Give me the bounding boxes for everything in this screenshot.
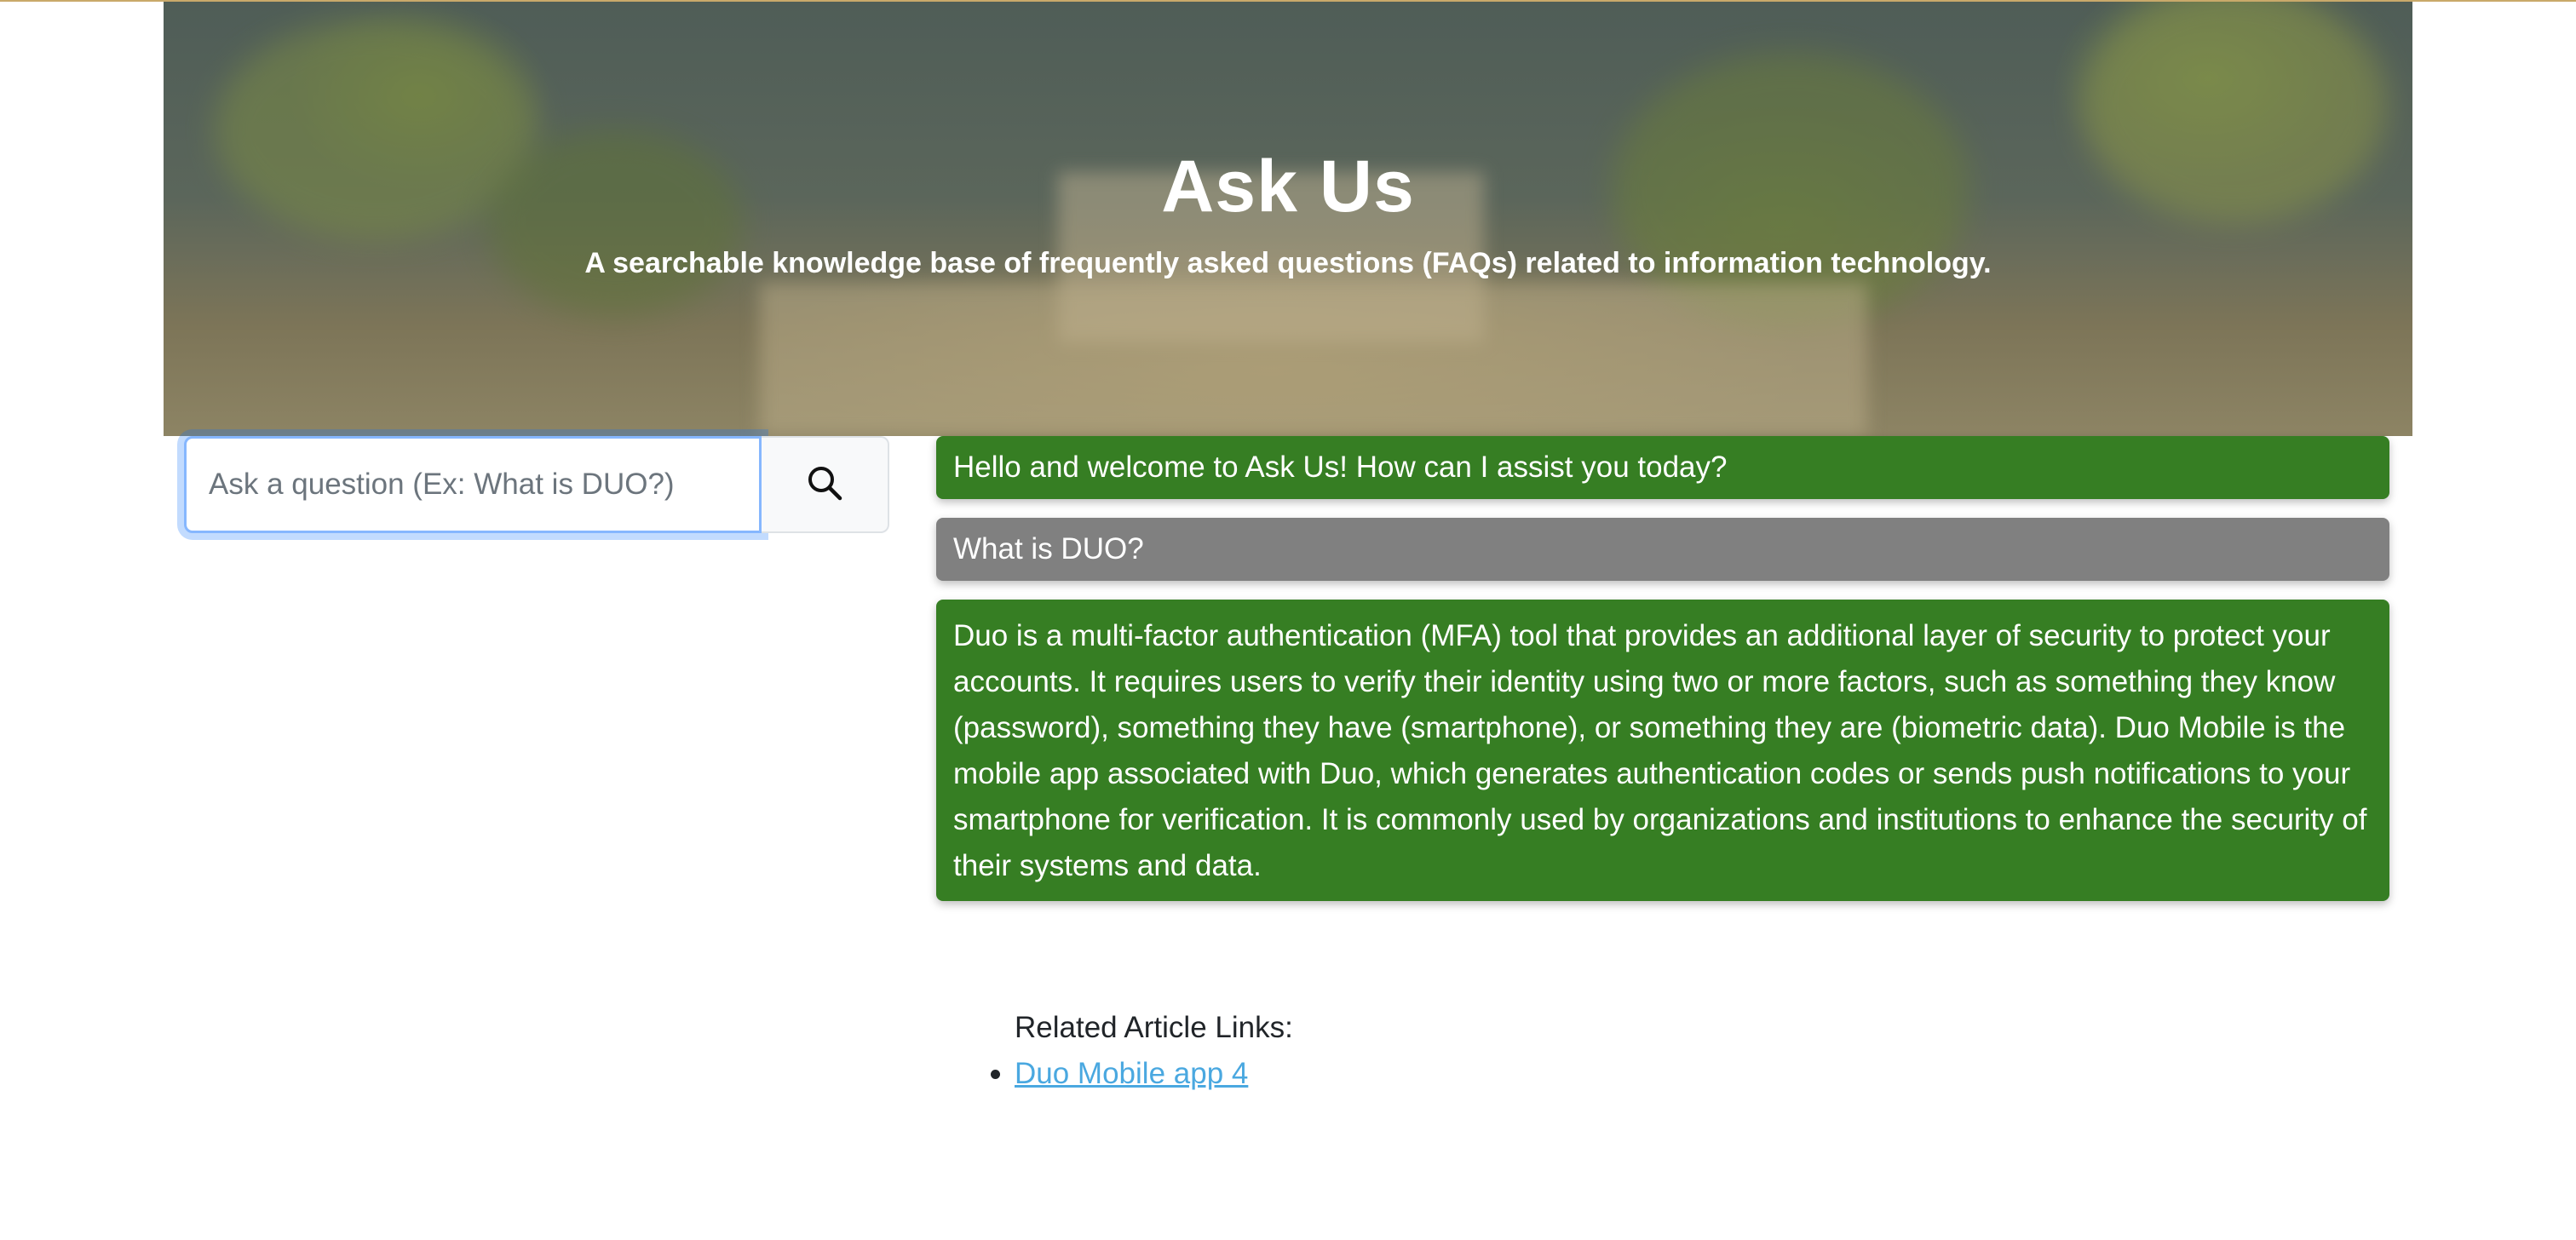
related-link[interactable]: Duo Mobile app 4 bbox=[1015, 1057, 1248, 1090]
related-articles: Related Article Links: Duo Mobile app 4 bbox=[991, 1005, 1293, 1097]
hero-banner: Ask Us A searchable knowledge base of fr… bbox=[164, 2, 2412, 436]
search-button[interactable] bbox=[762, 436, 889, 533]
bot-message-greeting: Hello and welcome to Ask Us! How can I a… bbox=[936, 436, 2389, 499]
user-message: What is DUO? bbox=[936, 518, 2389, 581]
hero-building bbox=[760, 283, 1867, 436]
bullet-icon bbox=[991, 1070, 1000, 1079]
search-bar bbox=[184, 436, 889, 533]
page-subtitle: A searchable knowledge base of frequentl… bbox=[584, 247, 1992, 279]
related-link-item: Duo Mobile app 4 bbox=[991, 1051, 1293, 1097]
related-links-list: Duo Mobile app 4 bbox=[991, 1051, 1293, 1097]
chat-panel: Hello and welcome to Ask Us! How can I a… bbox=[936, 436, 2389, 920]
related-articles-label: Related Article Links: bbox=[1015, 1011, 1293, 1044]
page-title: Ask Us bbox=[1161, 146, 1415, 227]
bot-message-answer: Duo is a multi-factor authentication (MF… bbox=[936, 600, 2389, 901]
search-icon bbox=[806, 464, 843, 506]
search-input[interactable] bbox=[184, 436, 762, 533]
